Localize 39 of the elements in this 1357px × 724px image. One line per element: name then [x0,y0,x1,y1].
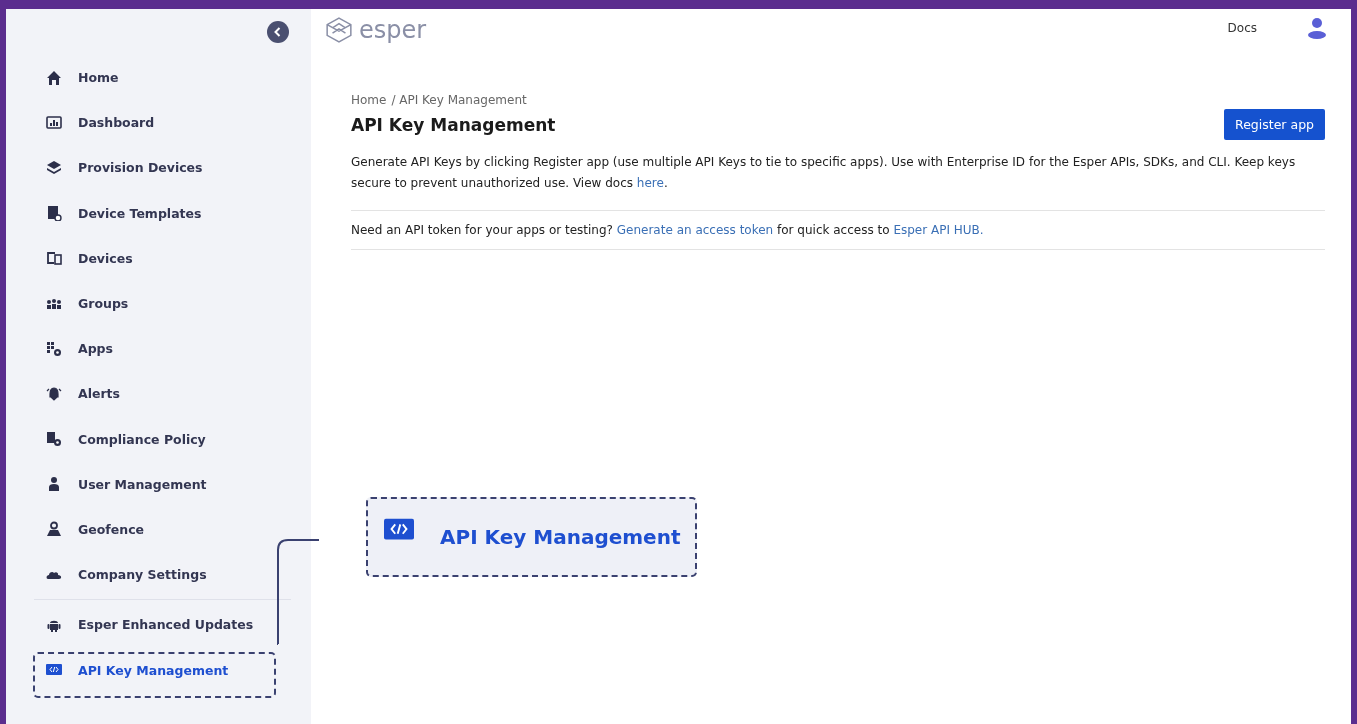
register-app-button[interactable]: Register app [1224,109,1325,140]
callout-label: API Key Management [440,525,681,549]
page-title: API Key Management [351,114,556,135]
api-hub-link[interactable]: Esper API HUB. [893,223,984,237]
sidebar-item[interactable]: Groups [34,280,311,327]
document-gear-icon [46,431,62,448]
layers-icon [46,159,62,176]
docs-here-link[interactable]: here [636,176,664,190]
sidebar-item[interactable]: Provision Devices [34,145,311,191]
sidebar-item[interactable]: Alerts [34,371,311,417]
home-icon [46,69,62,86]
devices-icon [46,250,62,267]
logo-text: esper [359,15,427,44]
document-icon [46,205,62,222]
description-text: Generate API Keys by clicking Register app (use multiple API Keys to tie to specific apps). Use with Enterprise ID for the Esper APIs, SDKs, and CLI. Keep keys secure to prevent unauthorized use. View docs here. [351,154,1297,192]
bell-icon [46,385,62,402]
docs-link[interactable]: Docs [1227,21,1257,35]
sidebar-item[interactable]: Compliance Policy [34,416,311,462]
grid-gear-icon [46,340,62,357]
sidebar-item[interactable]: Geofence [34,506,311,553]
breadcrumb-current: / API Key Management [391,93,527,107]
breadcrumb-link[interactable]: Home [351,93,387,107]
sidebar-item[interactable]: Home [34,55,311,101]
logo-icon [325,15,353,44]
sidebar-item[interactable]: Apps [34,326,311,372]
sidebar-item[interactable]: Dashboard [34,100,311,146]
monitor-chart-icon [46,114,62,131]
user-avatar-icon[interactable] [1307,16,1327,40]
sidebar-item[interactable]: API Key Management [34,647,311,693]
sidebar-item[interactable]: Esper Enhanced Updates [34,602,311,648]
sidebar-item[interactable]: Devices [34,235,311,281]
token-note-text: Need an API token for your apps or testing? Generate an access token for quick access to Esper API HUB. [351,223,985,237]
user-icon [46,476,62,493]
sidebar-item[interactable]: Device Templates [34,190,311,236]
collapse-icon[interactable] [267,21,289,43]
person-pin-icon [46,521,62,538]
sidebar-item[interactable]: Company Settings [34,552,311,598]
generate-token-link[interactable]: Generate an access token [616,223,774,237]
sidebar-item[interactable]: User Management [34,461,311,507]
